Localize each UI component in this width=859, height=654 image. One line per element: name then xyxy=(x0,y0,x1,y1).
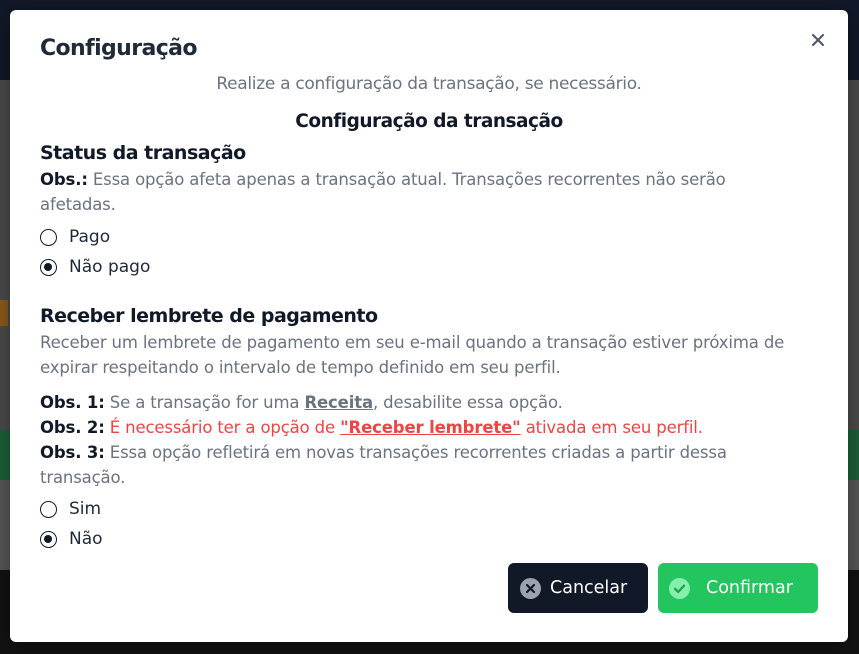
obs1-text: Se a transação for uma xyxy=(104,393,305,412)
obs2-text-end: ativada em seu perfil. xyxy=(520,418,703,437)
status-option-nao-pago[interactable]: Não pago xyxy=(40,252,800,282)
reminder-obs3: Obs. 3: Essa opção refletirá em novas tr… xyxy=(40,440,800,490)
check-circle-icon xyxy=(669,577,690,599)
obs3-text: Essa opção refletirá em novas transações… xyxy=(40,443,727,487)
reminder-option-sim[interactable]: Sim xyxy=(40,494,800,524)
status-option-label: Não pago xyxy=(69,257,151,277)
reminder-description: Receber um lembrete de pagamento em seu … xyxy=(40,333,785,377)
status-heading: Status da transação xyxy=(40,142,246,164)
radio-pago[interactable] xyxy=(40,228,57,246)
x-circle-icon xyxy=(520,577,541,599)
reminder-obs1: Obs. 1: Se a transação for uma Receita, … xyxy=(40,390,800,415)
modal-subtitle: Realize a configuração da transação, se … xyxy=(216,74,642,94)
obs3-label: Obs. 3: xyxy=(40,443,105,462)
confirm-button[interactable]: Confirmar xyxy=(658,563,818,613)
reminder-radio-group: Sim Não xyxy=(40,494,800,554)
radio-sim[interactable] xyxy=(40,500,57,518)
status-radio-group: Pago Não pago xyxy=(40,222,800,282)
reminder-option-nao[interactable]: Não xyxy=(40,524,800,554)
radio-nao[interactable] xyxy=(40,530,57,548)
receber-lembrete-link[interactable]: "Receber lembrete" xyxy=(340,418,521,437)
obs1-label: Obs. 1: xyxy=(40,393,105,412)
close-button[interactable] xyxy=(806,28,830,52)
radio-nao-pago[interactable] xyxy=(40,258,57,276)
status-option-pago[interactable]: Pago xyxy=(40,222,800,252)
obs2-label: Obs. 2: xyxy=(40,418,105,437)
status-obs: Obs.: Essa opção afeta apenas a transaçã… xyxy=(40,167,800,217)
obs1-text-end: , desabilite essa opção. xyxy=(372,393,563,412)
cancel-button[interactable]: Cancelar xyxy=(508,563,648,613)
background-accent xyxy=(0,300,8,326)
obs2-text: É necessário ter a opção de xyxy=(104,418,341,437)
close-icon xyxy=(812,34,824,46)
reminder-heading: Receber lembrete de pagamento xyxy=(40,305,378,327)
section-heading: Configuração da transação xyxy=(295,111,563,132)
cancel-button-label: Cancelar xyxy=(550,578,628,598)
modal-title: Configuração xyxy=(40,36,198,61)
reminder-obs2: Obs. 2: É necessário ter a opção de "Rec… xyxy=(40,415,800,440)
confirm-button-label: Confirmar xyxy=(706,578,793,598)
configuration-modal: Configuração Realize a configuração da t… xyxy=(10,10,848,642)
status-obs-text: Essa opção afeta apenas a transação atua… xyxy=(40,170,726,214)
reminder-option-label: Não xyxy=(69,529,103,549)
reminder-option-label: Sim xyxy=(69,499,102,519)
receita-link[interactable]: Receita xyxy=(304,393,373,412)
status-option-label: Pago xyxy=(69,227,111,247)
modal-content: Status da transação Obs.: Essa opção afe… xyxy=(40,140,800,554)
status-obs-label: Obs.: xyxy=(40,170,88,189)
